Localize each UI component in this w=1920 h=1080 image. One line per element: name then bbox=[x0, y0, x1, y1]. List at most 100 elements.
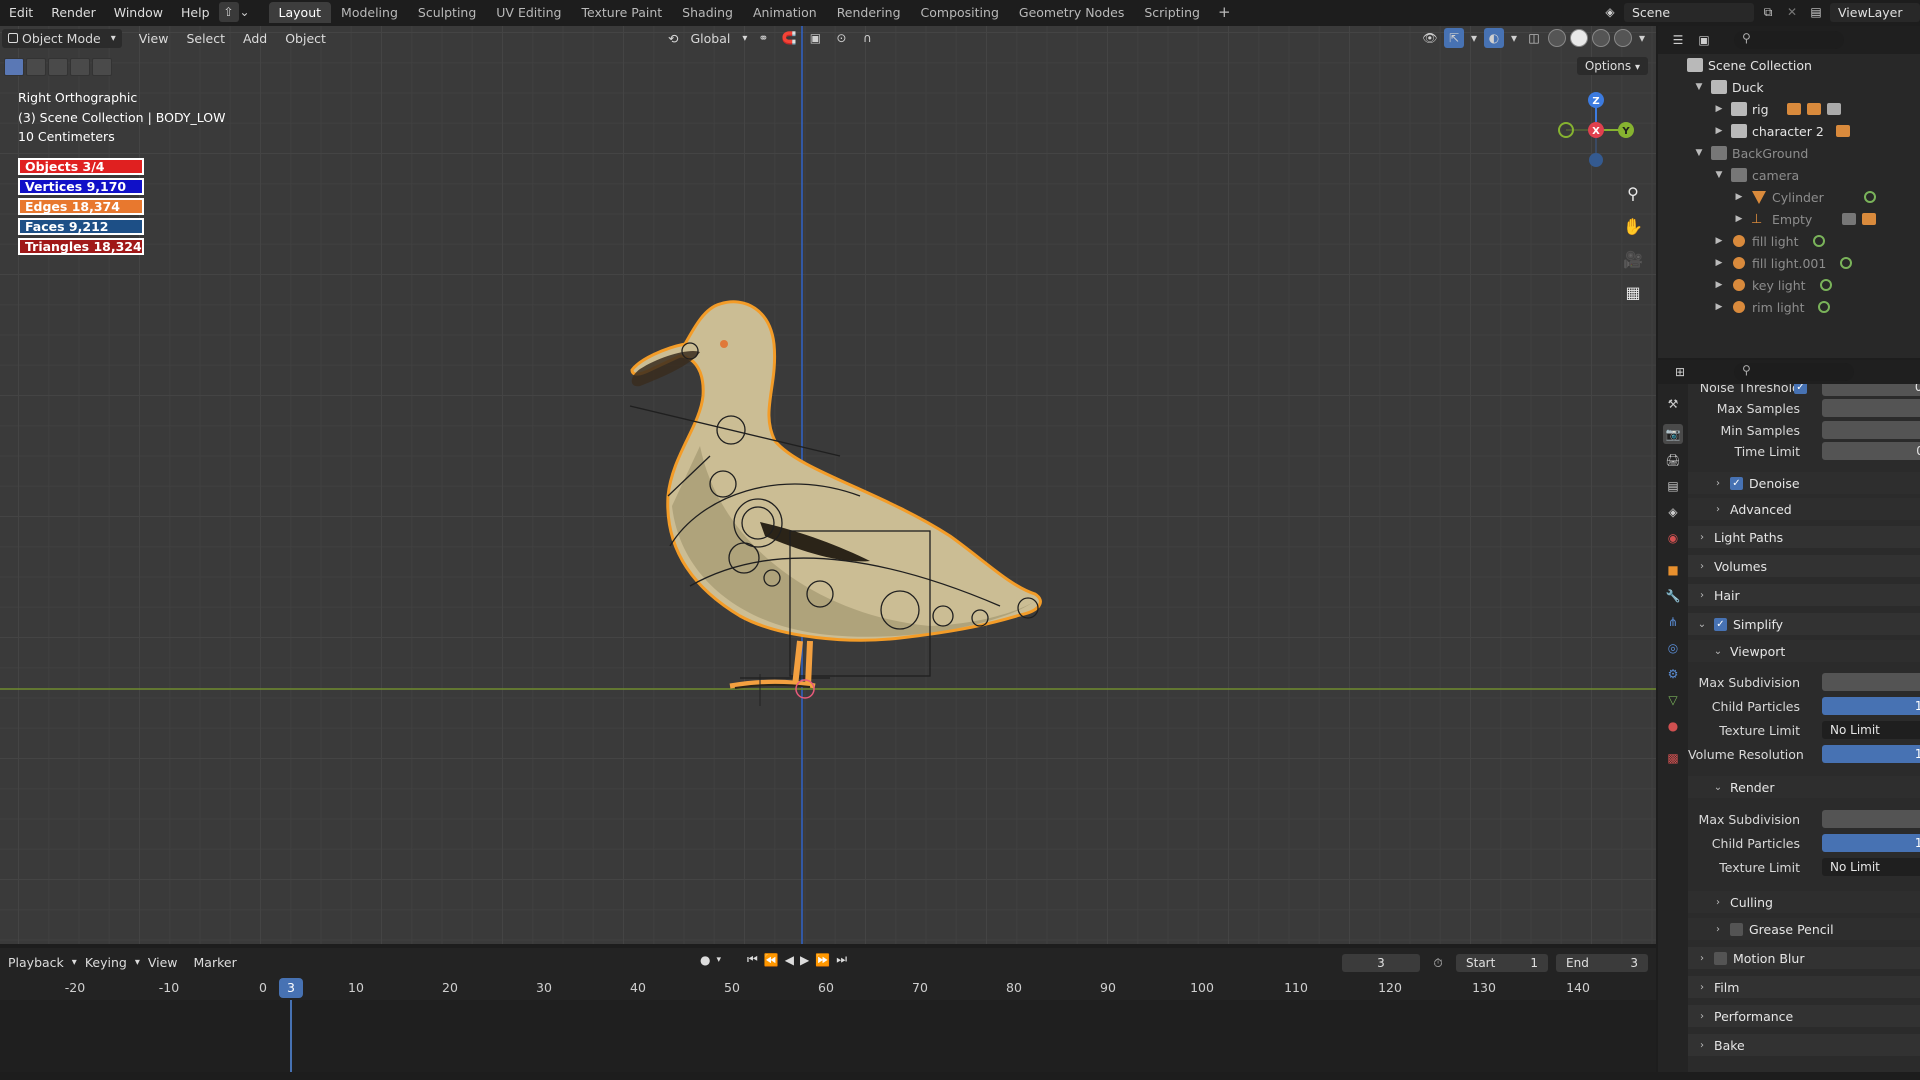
menu-keying[interactable]: Keying bbox=[77, 955, 135, 970]
chevron-down-icon[interactable]: ▾ bbox=[1508, 28, 1520, 48]
view-layer-selector[interactable]: ViewLayer bbox=[1830, 2, 1920, 22]
viewport-subpanel[interactable]: ⌄ Viewport bbox=[1688, 640, 1920, 662]
outliner-search-input[interactable]: ⚲ bbox=[1734, 31, 1844, 49]
texture-tab-icon[interactable]: ▩ bbox=[1663, 748, 1683, 768]
tab-sculpting[interactable]: Sculpting bbox=[408, 2, 486, 23]
falloff-icon[interactable]: ∩ bbox=[857, 28, 877, 48]
volumes-panel[interactable]: › Volumes bbox=[1688, 555, 1920, 577]
timeline-track-area[interactable] bbox=[0, 1000, 1656, 1074]
menu-edit[interactable]: Edit bbox=[0, 5, 42, 20]
constraints-tab-icon[interactable]: ⚙ bbox=[1663, 664, 1683, 684]
tab-modeling[interactable]: Modeling bbox=[331, 2, 408, 23]
r-child-particles-field[interactable]: 1.0 bbox=[1822, 834, 1920, 852]
select-extend-button[interactable] bbox=[26, 58, 46, 76]
chevron-down-icon[interactable]: ▾ bbox=[1636, 28, 1648, 48]
play-reverse-icon[interactable]: ◀ bbox=[785, 953, 794, 967]
menu-playback[interactable]: Playback bbox=[0, 955, 72, 970]
data-tab-icon[interactable]: ▽ bbox=[1663, 690, 1683, 710]
scene-tab-icon[interactable]: ◈ bbox=[1663, 502, 1683, 522]
gizmo-toggle-icon[interactable]: ⇱ bbox=[1444, 28, 1464, 48]
menu-view[interactable]: View bbox=[140, 955, 186, 970]
denoise-subpanel[interactable]: › ✓ Denoise bbox=[1688, 472, 1920, 494]
outliner-item-duck[interactable]: ▼ Duck bbox=[1692, 76, 1764, 98]
stopwatch-icon[interactable]: ⏱ bbox=[1428, 953, 1448, 973]
add-workspace-icon[interactable]: + bbox=[1210, 3, 1239, 21]
menu-window[interactable]: Window bbox=[105, 5, 172, 20]
render-subpanel[interactable]: ⌄ Render bbox=[1688, 776, 1920, 798]
options-dropdown[interactable]: Options ▾ bbox=[1576, 57, 1648, 75]
orientation-selector[interactable]: Global bbox=[684, 30, 736, 47]
vp-child-particles-field[interactable]: 1.0 bbox=[1822, 697, 1920, 715]
prev-keyframe-icon[interactable]: ⏪ bbox=[764, 953, 779, 967]
scene-selector[interactable]: Scene bbox=[1624, 2, 1754, 22]
tab-geometry-nodes[interactable]: Geometry Nodes bbox=[1009, 2, 1134, 23]
render-tab-icon[interactable]: 📷 bbox=[1663, 424, 1683, 444]
menu-render[interactable]: Render bbox=[42, 5, 105, 20]
editor-type-icon[interactable]: ⊞ bbox=[1670, 362, 1690, 382]
menu-view[interactable]: View bbox=[130, 29, 178, 48]
material-tab-icon[interactable]: ● bbox=[1663, 716, 1683, 736]
noise-threshold-field[interactable]: 0.0 bbox=[1822, 384, 1920, 396]
camera-view-icon[interactable]: 🎥 bbox=[1621, 246, 1645, 272]
overlays-icon[interactable]: ◐ bbox=[1484, 28, 1504, 48]
grid-view-icon[interactable]: ▦ bbox=[1621, 279, 1645, 305]
grease-pencil-subpanel[interactable]: › Grease Pencil bbox=[1688, 918, 1920, 940]
close-icon[interactable]: ✕ bbox=[1782, 2, 1802, 22]
3d-viewport[interactable]: Object Mode ▾ View Select Add Object ⟲ G… bbox=[0, 26, 1656, 944]
min-samples-field[interactable]: 0 bbox=[1822, 421, 1920, 439]
zoom-icon[interactable]: ⚲ bbox=[1621, 180, 1645, 206]
next-keyframe-icon[interactable]: ⏩ bbox=[815, 953, 830, 967]
physics-tab-icon[interactable]: ◎ bbox=[1663, 638, 1683, 658]
copy-icon[interactable]: ⧉ bbox=[1758, 2, 1778, 22]
hair-panel[interactable]: › Hair bbox=[1688, 584, 1920, 606]
tab-rendering[interactable]: Rendering bbox=[827, 2, 911, 23]
record-icon[interactable]: ● bbox=[700, 953, 710, 967]
expand-icon[interactable]: ▼ bbox=[1692, 148, 1706, 158]
select-new-button[interactable] bbox=[4, 58, 24, 76]
output-tab-icon[interactable]: 🖨 bbox=[1663, 450, 1683, 470]
tab-animation[interactable]: Animation bbox=[743, 2, 827, 23]
menu-help[interactable]: Help bbox=[172, 5, 219, 20]
material-shading-button[interactable] bbox=[1592, 29, 1610, 47]
expand-icon[interactable]: ▶ bbox=[1712, 280, 1726, 290]
performance-panel[interactable]: › Performance bbox=[1688, 1005, 1920, 1027]
chevron-down-icon[interactable]: ⌄ bbox=[239, 2, 251, 22]
tab-scripting[interactable]: Scripting bbox=[1134, 2, 1210, 23]
bake-panel[interactable]: › Bake bbox=[1688, 1034, 1920, 1056]
outliner-item-background[interactable]: ▼ BackGround bbox=[1692, 142, 1809, 164]
snap-target-icon[interactable]: ▣ bbox=[805, 28, 825, 48]
noise-threshold-checkbox[interactable]: ✓ bbox=[1794, 384, 1807, 394]
menu-marker[interactable]: Marker bbox=[186, 955, 245, 970]
wireframe-shading-button[interactable] bbox=[1548, 29, 1566, 47]
expand-icon[interactable]: ▶ bbox=[1712, 104, 1726, 114]
play-icon[interactable]: ▶ bbox=[800, 953, 809, 967]
denoise-checkbox[interactable]: ✓ bbox=[1730, 476, 1743, 490]
object-tab-icon[interactable]: ■ bbox=[1663, 560, 1683, 580]
tab-shading[interactable]: Shading bbox=[672, 2, 743, 23]
tab-compositing[interactable]: Compositing bbox=[911, 2, 1009, 23]
editor-type-icon[interactable]: ☰ bbox=[1668, 30, 1688, 50]
outliner-item-camera[interactable]: ▼ camera bbox=[1712, 164, 1800, 186]
navigation-gizmo[interactable]: Z Y X bbox=[1556, 90, 1636, 170]
expand-icon[interactable]: ▶ bbox=[1732, 192, 1746, 202]
pan-hand-icon[interactable]: ✋ bbox=[1621, 213, 1645, 239]
culling-subpanel[interactable]: › Culling bbox=[1688, 891, 1920, 913]
select-subtract-button[interactable] bbox=[48, 58, 68, 76]
proportional-edit-icon[interactable]: ⊙ bbox=[831, 28, 851, 48]
outliner-item-key-light[interactable]: ▶ key light bbox=[1712, 274, 1832, 296]
xray-icon[interactable]: ◫ bbox=[1524, 28, 1544, 48]
jump-end-icon[interactable]: ⏭ bbox=[836, 952, 847, 967]
film-panel[interactable]: › Film bbox=[1688, 976, 1920, 998]
rendered-shading-button[interactable] bbox=[1614, 29, 1632, 47]
mode-selector[interactable]: Object Mode ▾ bbox=[2, 28, 122, 48]
expand-icon[interactable]: ▼ bbox=[1712, 170, 1726, 180]
view-layer-tab-icon[interactable]: ▤ bbox=[1663, 476, 1683, 496]
expand-icon[interactable]: ▶ bbox=[1712, 258, 1726, 268]
playhead-frame-indicator[interactable]: 3 bbox=[279, 978, 303, 998]
solid-shading-button[interactable] bbox=[1570, 29, 1588, 47]
start-frame-field[interactable]: Start 1 bbox=[1456, 954, 1548, 972]
vp-max-subdivision-field[interactable]: 0 bbox=[1822, 673, 1920, 691]
menu-add[interactable]: Add bbox=[234, 29, 276, 48]
tool-tab-icon[interactable]: ⚒ bbox=[1663, 394, 1683, 414]
chevron-down-icon[interactable]: ▾ bbox=[716, 955, 721, 965]
